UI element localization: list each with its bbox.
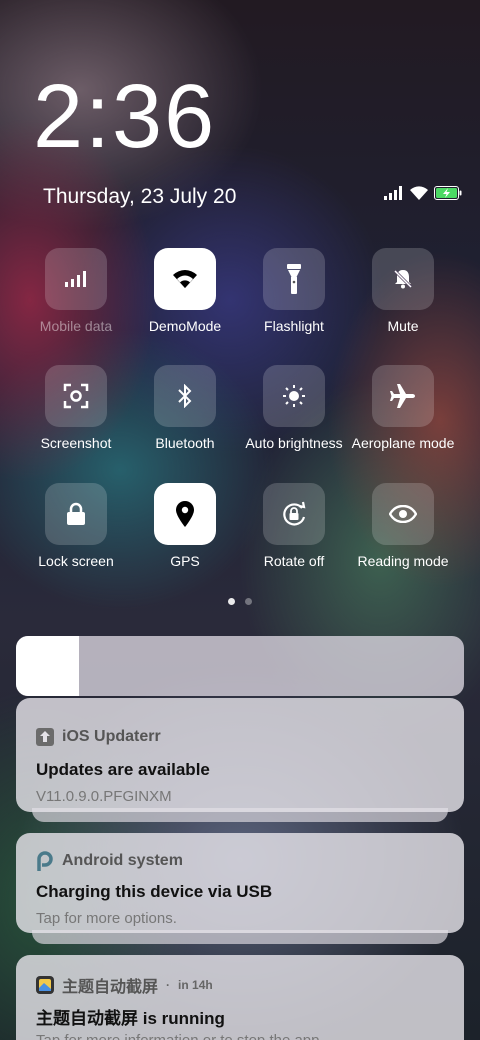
page-dot-active[interactable] (228, 598, 235, 605)
tile-demomode[interactable]: DemoMode (130, 248, 240, 334)
tile-label: GPS (170, 553, 200, 569)
notification-title: 主题自动截屏 is running (36, 1009, 225, 1028)
page-indicator (228, 598, 252, 605)
tile-screenshot[interactable]: Screenshot (21, 365, 131, 451)
tile-button[interactable] (372, 248, 434, 310)
status-bar-icons (384, 186, 462, 200)
tile-reading-mode[interactable]: Reading mode (348, 483, 458, 569)
clock-date: Thursday, 23 July 20 (43, 185, 237, 208)
location-pin-icon (176, 501, 194, 527)
tile-button[interactable] (154, 365, 216, 427)
tile-label: Mobile data (39, 318, 113, 334)
notification-body: Tap for more information or to stop the … (36, 1032, 324, 1040)
mute-bell-icon (393, 269, 413, 289)
tile-button[interactable] (154, 483, 216, 545)
flashlight-icon (287, 264, 301, 294)
notification-app-name: iOS Updaterr (62, 728, 161, 745)
tile-aeroplane-mode[interactable]: Aeroplane mode (348, 365, 458, 451)
tile-flashlight[interactable]: Flashlight (239, 248, 349, 334)
rotate-lock-icon (283, 501, 306, 526)
eye-icon (389, 505, 417, 523)
wifi-icon (410, 186, 428, 200)
tile-lock-screen[interactable]: Lock screen (21, 483, 131, 569)
notification-app-name: 主题自动截屏 (62, 979, 159, 996)
screenshot-icon (63, 383, 89, 409)
notification-time: in 14h (178, 978, 213, 992)
tile-label: Auto brightness (245, 435, 343, 451)
tile-gps[interactable]: GPS (130, 483, 240, 569)
screenshot-app-icon (36, 976, 54, 994)
notification-separator: · (166, 978, 171, 992)
notification-title: Updates are available (36, 760, 210, 779)
tile-button[interactable] (263, 248, 325, 310)
tile-auto-brightness[interactable]: Auto brightness (239, 365, 349, 451)
tile-bluetooth[interactable]: Bluetooth (130, 365, 240, 451)
tile-label: Lock screen (38, 553, 114, 569)
tile-button[interactable] (372, 483, 434, 545)
android-p-icon (37, 851, 53, 871)
notification-app-header: 主题自动截屏 · in 14h (36, 973, 213, 997)
tile-button[interactable] (45, 248, 107, 310)
tile-button[interactable] (263, 365, 325, 427)
tile-button[interactable] (372, 365, 434, 427)
clock-time: 2:36 (33, 67, 217, 167)
tile-label: Bluetooth (155, 435, 215, 451)
notification-title: Charging this device via USB (36, 882, 273, 901)
upload-arrow-icon (36, 728, 54, 746)
notification-card[interactable]: iOS Updaterr Updates are available V11.0… (16, 698, 464, 812)
notification-card[interactable]: Android system Charging this device via … (16, 833, 464, 933)
tile-rotate-off[interactable]: Rotate off (239, 483, 349, 569)
brightness-slider-fill[interactable] (16, 636, 79, 696)
notification-app-header: iOS Updaterr (36, 728, 161, 746)
tile-label: Flashlight (264, 318, 324, 334)
notification-card[interactable]: 主题自动截屏 · in 14h 主题自动截屏 is running Tap fo… (16, 955, 464, 1040)
lock-icon (67, 502, 85, 525)
battery-charging-icon (434, 186, 462, 200)
brightness-slider[interactable] (16, 636, 464, 696)
aeroplane-icon (390, 384, 415, 408)
notification-app-name: Android system (62, 852, 183, 869)
tile-mute[interactable]: Mute (348, 248, 458, 334)
tile-mobile-data[interactable]: Mobile data (21, 248, 131, 334)
mobile-data-icon (65, 271, 86, 287)
tile-label: Mute (387, 318, 419, 334)
wifi-icon (173, 270, 197, 288)
brightness-icon (283, 385, 305, 407)
tile-label: Reading mode (357, 553, 449, 569)
notification-app-header: Android system (36, 851, 183, 871)
tile-label: Rotate off (263, 553, 325, 569)
notification-body: Tap for more options. (36, 910, 177, 927)
tile-button[interactable] (154, 248, 216, 310)
tile-button[interactable] (45, 365, 107, 427)
tile-button[interactable] (263, 483, 325, 545)
tile-label: DemoMode (148, 318, 222, 334)
signal-icon (384, 186, 402, 200)
tile-label: Aeroplane mode (351, 435, 455, 451)
tile-label: Screenshot (40, 435, 112, 451)
notification-body: V11.0.9.0.PFGINXM (36, 788, 172, 805)
tile-button[interactable] (45, 483, 107, 545)
bluetooth-icon (178, 384, 192, 408)
page-dot[interactable] (245, 598, 252, 605)
